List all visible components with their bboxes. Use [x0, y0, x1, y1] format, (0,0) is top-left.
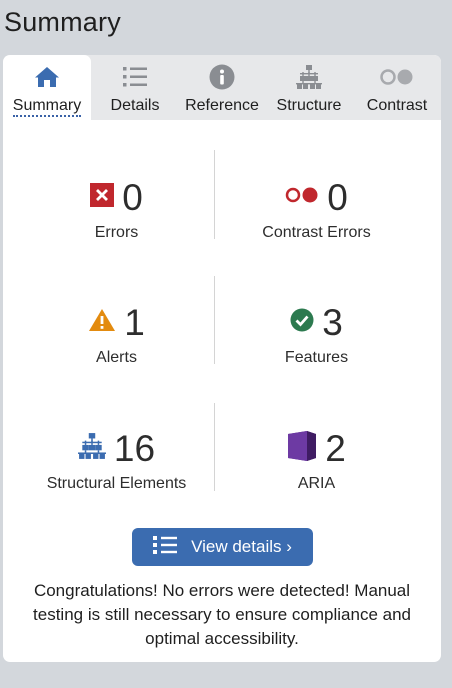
view-details-label: View details ›: [191, 537, 292, 556]
aria-label: ARIA: [297, 475, 336, 492]
features-stat[interactable]: 3 Features: [207, 302, 426, 402]
contrast-errors-stat[interactable]: 0 Contrast Errors: [207, 177, 426, 277]
alert-icon: [88, 308, 116, 337]
page-title: Summary: [4, 7, 121, 37]
structure-icon: [77, 432, 106, 464]
tab-label: Reference: [185, 97, 259, 114]
tab-label: Details: [110, 97, 160, 114]
features-label: Features: [284, 349, 349, 366]
list-icon: [91, 65, 179, 89]
aria-stat[interactable]: 2 ARIA: [207, 428, 426, 528]
errors-count: 0: [122, 176, 143, 218]
summary-panel: Summary Details Reference Structure Cont…: [3, 55, 441, 662]
alerts-stat[interactable]: 1 Alerts: [7, 302, 226, 402]
tab-details[interactable]: Details: [91, 55, 179, 120]
home-icon: [3, 65, 91, 89]
structural-elements-stat[interactable]: 16 Structural Elements: [7, 428, 226, 528]
list-icon: [153, 535, 178, 560]
feature-check-icon: [290, 308, 314, 337]
structure-icon: [265, 65, 353, 89]
info-icon: [179, 64, 265, 90]
tab-reference[interactable]: Reference: [179, 55, 265, 120]
errors-label: Errors: [94, 224, 139, 241]
contrast-errors-label: Contrast Errors: [262, 224, 371, 241]
contrast-errors-count: 0: [327, 176, 348, 218]
errors-stat[interactable]: 0 Errors: [7, 177, 226, 277]
view-details-button[interactable]: View details ›: [132, 528, 313, 566]
tab-label: Contrast: [366, 97, 428, 114]
alerts-count: 1: [124, 301, 145, 343]
alerts-label: Alerts: [96, 349, 137, 366]
tab-bar: Summary Details Reference Structure Cont…: [3, 55, 441, 120]
aria-icon: [287, 430, 317, 467]
tab-label: Summary: [12, 97, 82, 117]
structural-label: Structural Elements: [46, 475, 187, 492]
aria-count: 2: [325, 427, 346, 469]
congratulations-message: Congratulations! No errors were detected…: [33, 581, 411, 648]
features-count: 3: [322, 301, 343, 343]
structural-count: 16: [113, 427, 156, 469]
tab-structure[interactable]: Structure: [265, 55, 353, 120]
tab-summary[interactable]: Summary: [3, 55, 91, 120]
tab-label: Structure: [276, 97, 342, 114]
error-icon: [90, 182, 115, 212]
contrast-error-icon: [285, 186, 319, 209]
contrast-icon: [353, 65, 441, 89]
tab-contrast[interactable]: Contrast: [353, 55, 441, 120]
